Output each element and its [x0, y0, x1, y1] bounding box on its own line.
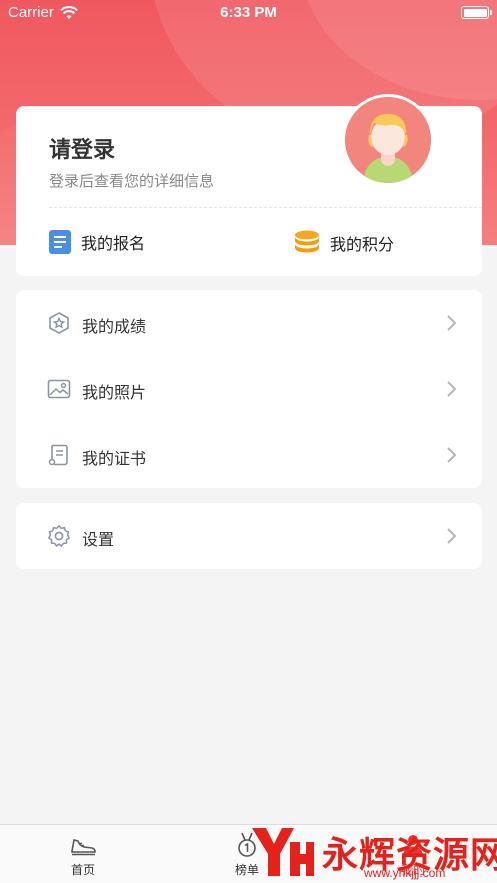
watermark: 永辉资源网 www.yhkjjj.com: [250, 822, 497, 883]
menu-label-settings: 设置: [82, 532, 115, 549]
coin-stack-icon: [295, 230, 319, 253]
menu-label-certificates: 我的证书: [82, 451, 147, 468]
avatar[interactable]: [342, 94, 434, 186]
status-bar: Carrier 6:33 PM: [0, 0, 497, 26]
my-points-label: 我的积分: [330, 237, 395, 254]
profile-divider: [49, 207, 482, 208]
avatar-illustration-icon: [345, 97, 431, 183]
sneaker-icon: [71, 839, 96, 856]
my-enroll-label: 我的报名: [81, 236, 146, 253]
settings-card: 设置: [16, 503, 482, 569]
tab-home[interactable]: 首页: [38, 831, 128, 878]
menu-card: 我的成绩 我的照片 我的证书: [16, 290, 482, 488]
chevron-right-icon: [447, 315, 457, 331]
watermark-logo-icon: [252, 828, 314, 876]
menu-item-settings[interactable]: 设置: [16, 503, 482, 569]
menu-label-scores: 我的成绩: [82, 319, 147, 336]
profile-card: 请登录 登录后查看您的详细信息 我的报名 我的积分: [16, 94, 482, 276]
menu-item-scores[interactable]: 我的成绩: [16, 290, 482, 356]
login-subtitle: 登录后查看您的详细信息: [49, 173, 215, 190]
chevron-right-icon: [447, 381, 457, 397]
login-prompt[interactable]: 请登录: [49, 132, 115, 164]
certificate-icon: [48, 444, 68, 466]
badge-star-icon: [49, 312, 69, 334]
chevron-right-icon: [447, 447, 457, 463]
gear-icon: [48, 525, 70, 547]
chevron-right-icon: [447, 528, 457, 544]
my-points-button[interactable]: 我的积分: [294, 230, 394, 256]
menu-label-photos: 我的照片: [82, 385, 147, 402]
watermark-url: www.yhkjjj.com: [364, 866, 446, 880]
menu-item-photos[interactable]: 我的照片: [16, 356, 482, 422]
clock: 6:33 PM: [220, 4, 277, 21]
document-icon: [49, 230, 71, 254]
photo-icon: [47, 379, 71, 399]
my-enroll-button[interactable]: 我的报名: [49, 230, 145, 254]
battery-icon: [461, 6, 492, 19]
tab-home-label: 首页: [70, 863, 95, 877]
menu-item-certificates[interactable]: 我的证书: [16, 422, 482, 488]
